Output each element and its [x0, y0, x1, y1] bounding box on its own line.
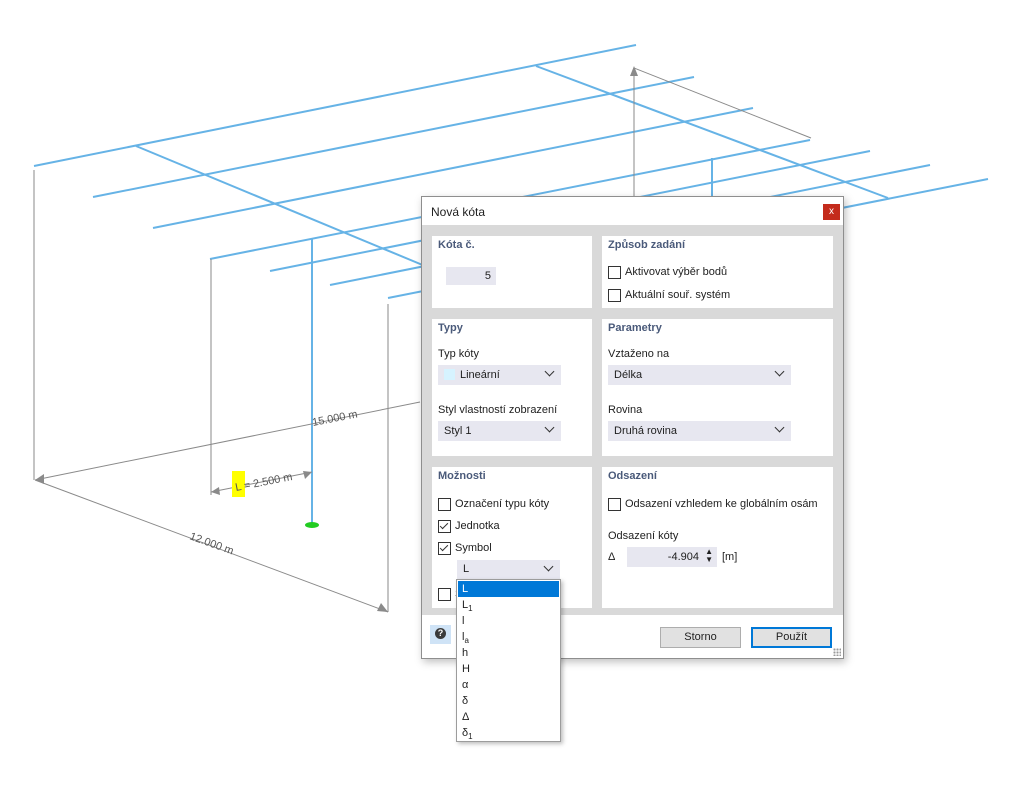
chevron-down-icon — [544, 366, 555, 377]
symbol-option-label: δ1 — [462, 727, 473, 742]
symbol-option-label: l — [462, 615, 465, 627]
dimension-type-value: Lineární — [460, 369, 500, 381]
symbol-label: Symbol — [455, 542, 492, 554]
unit-label: Jednotka — [455, 520, 500, 532]
offset-panel: Odsazení Odsazení vzhledem ke globálním … — [602, 467, 833, 608]
activate-point-selection-checkbox[interactable] — [608, 266, 621, 279]
symbol-option[interactable]: L — [458, 581, 559, 597]
resize-grip-icon[interactable] — [833, 648, 841, 656]
display-style-label: Styl vlastností zobrazení — [438, 404, 558, 416]
panel-title-dimension-no: Kóta č. — [438, 239, 475, 251]
panel-title-options: Možnosti — [438, 470, 486, 482]
panel-title-offset: Odsazení — [608, 470, 657, 482]
symbol-option-subscript: 1 — [468, 604, 473, 614]
offset-global-axes-label: Odsazení vzhledem ke globálním osám — [625, 498, 818, 510]
symbol-option-label: h — [462, 647, 469, 659]
plane-combo[interactable]: Druhá rovina — [608, 421, 791, 441]
symbol-option[interactable]: h — [458, 645, 559, 661]
spinner-icon[interactable]: ▲ ▼ — [705, 548, 713, 564]
symbol-option-label: H — [462, 663, 470, 675]
dimension-number-field[interactable]: 5 — [446, 267, 496, 285]
current-coord-system-label: Aktuální souř. systém — [625, 289, 731, 301]
current-coord-system-checkbox[interactable] — [608, 289, 621, 302]
dim-label-width: 12.000 m — [188, 531, 235, 558]
chevron-down-icon — [774, 366, 785, 377]
symbol-checkbox[interactable] — [438, 542, 451, 555]
panel-title-input-method: Způsob zadání — [608, 239, 685, 251]
panel-title-types: Typy — [438, 322, 463, 334]
parameters-panel: Parametry Vztaženo na Délka Rovina Druhá… — [602, 319, 833, 456]
symbol-option[interactable]: α — [458, 677, 559, 693]
type-swatch-icon — [444, 369, 455, 380]
dimension-number-value: 5 — [484, 270, 491, 282]
cancel-button[interactable]: Storno — [660, 627, 741, 648]
offset-unit: [m] — [722, 551, 738, 563]
dimension-offset-value: -4.904 — [667, 551, 699, 563]
symbol-option-label: Δ — [462, 711, 470, 723]
symbol-option[interactable]: H — [458, 661, 559, 677]
symbol-option-label: L — [462, 583, 469, 595]
plane-value: Druhá rovina — [614, 425, 677, 437]
dimension-type-combo[interactable]: Lineární — [438, 365, 561, 385]
dialog-titlebar[interactable]: Nová kóta x — [422, 197, 843, 225]
symbol-option[interactable]: l — [458, 613, 559, 629]
panel-title-parameters: Parametry — [608, 322, 662, 334]
chevron-down-icon — [543, 561, 554, 572]
related-to-label: Vztaženo na — [608, 348, 670, 360]
type-designation-checkbox[interactable] — [438, 498, 451, 511]
apply-button[interactable]: Použít — [751, 627, 832, 648]
close-button[interactable]: x — [823, 204, 840, 220]
dimension-number-panel: Kóta č. 5 — [432, 236, 592, 308]
symbol-option-subscript: a — [464, 636, 469, 646]
unit-checkbox[interactable] — [438, 520, 451, 533]
symbol-combo[interactable]: L — [457, 560, 560, 579]
type-designation-label: Označení typu kóty — [455, 498, 550, 510]
symbol-option[interactable]: δ — [458, 693, 559, 709]
delta-symbol: Δ — [608, 551, 616, 563]
symbol-option-label: δ — [462, 695, 469, 707]
symbol-option[interactable]: L1 — [458, 597, 559, 613]
dimension-offset-field[interactable]: -4.904 ▲ ▼ — [627, 547, 717, 567]
help-button[interactable]: ? — [430, 625, 451, 644]
plane-label: Rovina — [608, 404, 643, 416]
dimension-offset-label: Odsazení kóty — [608, 530, 679, 542]
symbol-option[interactable]: Δ — [458, 709, 559, 725]
symbol-option-label: α — [462, 679, 469, 691]
symbol-option[interactable]: la — [458, 629, 559, 645]
symbol-option[interactable]: δ1 — [458, 725, 559, 741]
dim-label-total: 15.000 m — [311, 408, 358, 429]
input-method-panel: Způsob zadání Aktivovat výběr bodů Aktuá… — [602, 236, 833, 308]
dialog-title: Nová kóta — [431, 205, 486, 219]
display-style-combo[interactable]: Styl 1 — [438, 421, 561, 441]
dimension-type-label: Typ kóty — [438, 348, 479, 360]
hidden-option-checkbox[interactable] — [438, 588, 451, 601]
help-icon: ? — [435, 628, 446, 639]
display-style-value: Styl 1 — [444, 425, 472, 437]
symbol-value: L — [463, 563, 470, 575]
chevron-down-icon — [774, 422, 785, 433]
types-panel: Typy Typ kóty Lineární Styl vlastností z… — [432, 319, 592, 456]
symbol-dropdown-list[interactable]: L L1 l la h Hα δ Δδ1 — [456, 579, 561, 742]
offset-global-axes-checkbox[interactable] — [608, 498, 621, 511]
chevron-down-icon — [544, 422, 555, 433]
related-to-value: Délka — [614, 369, 643, 381]
dialog-content: Kóta č. 5 Způsob zadání Aktivovat výběr … — [422, 225, 843, 615]
related-to-combo[interactable]: Délka — [608, 365, 791, 385]
symbol-option-subscript: 1 — [468, 732, 473, 742]
activate-point-selection-label: Aktivovat výběr bodů — [625, 266, 728, 278]
support-icon — [305, 522, 319, 528]
